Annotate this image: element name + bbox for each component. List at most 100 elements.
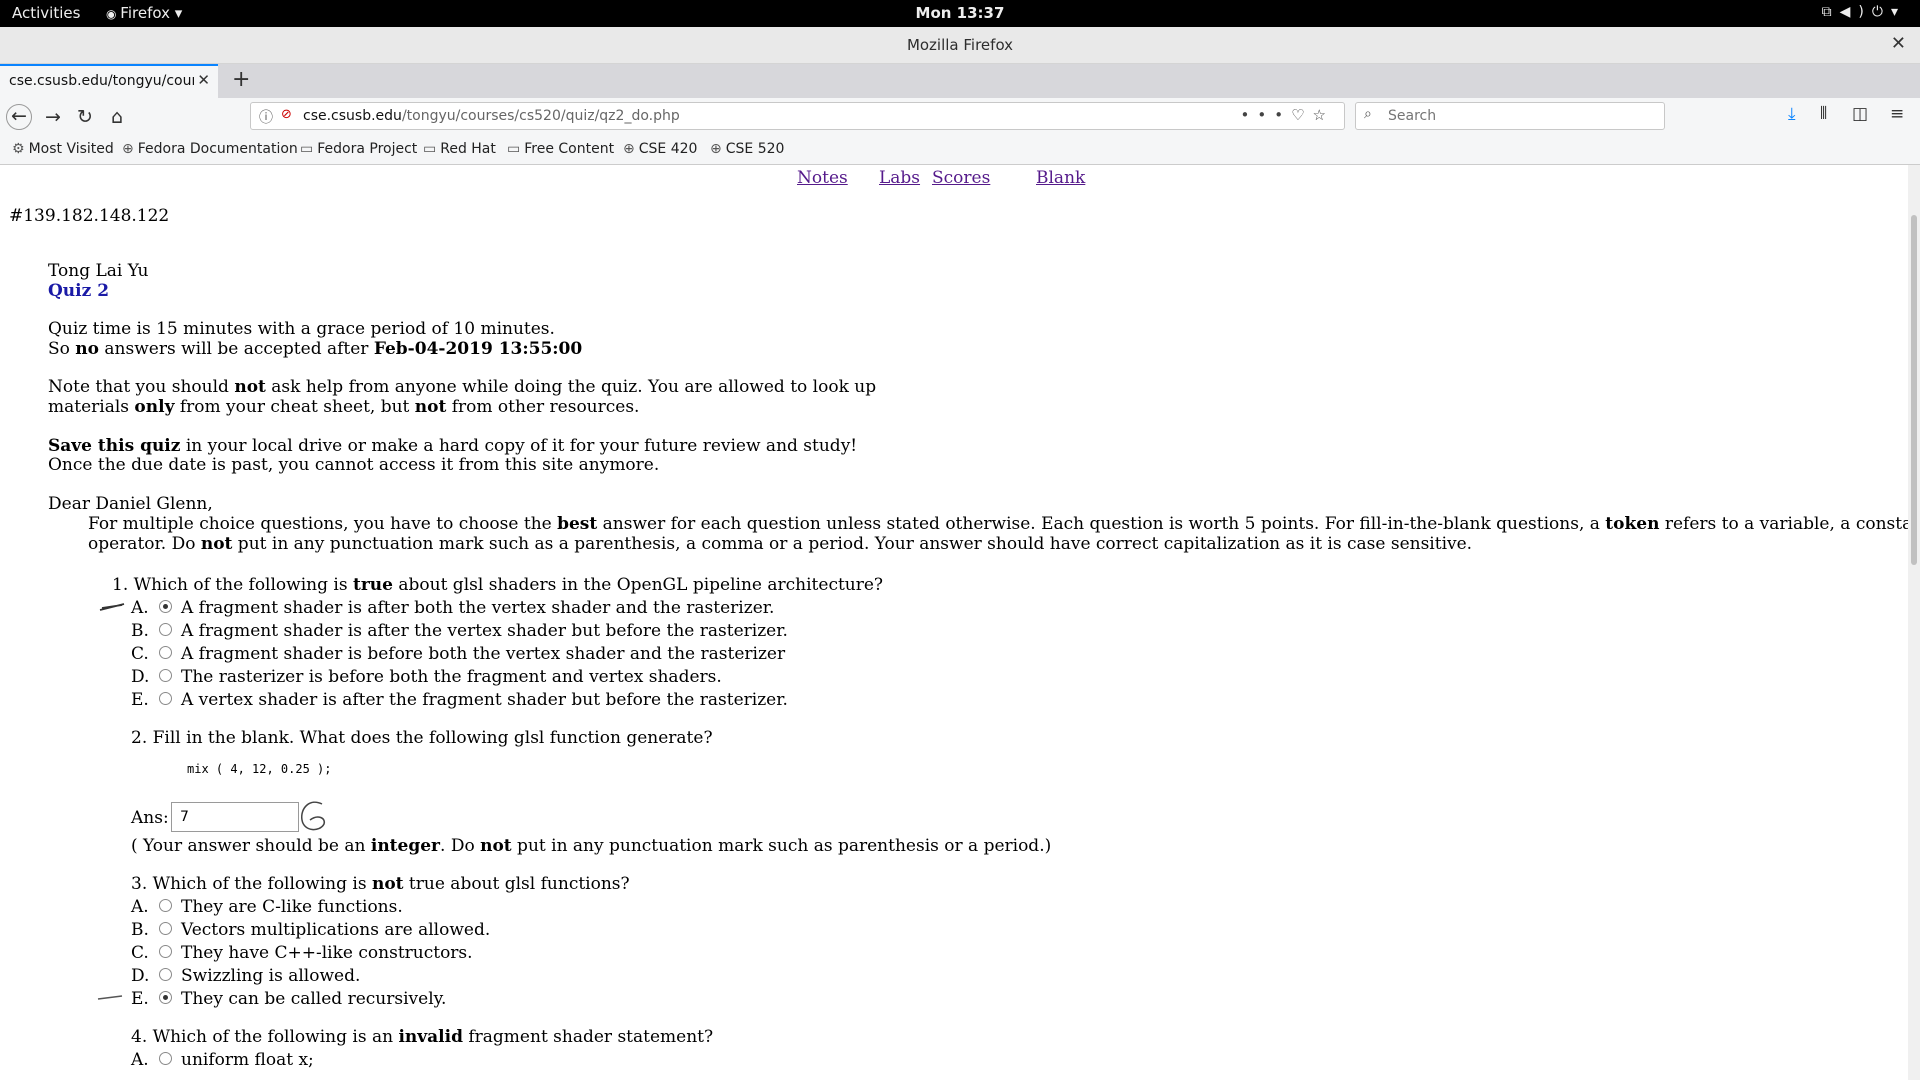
intro-line-2: So no answers will be accepted after Feb… bbox=[48, 339, 582, 359]
text-bold: integer bbox=[370, 836, 441, 856]
bookmark-most-visited[interactable]: ⚙ Most Visited bbox=[12, 141, 114, 157]
bookmark-red-hat[interactable]: ▭ Red Hat bbox=[423, 141, 496, 157]
option-letter: D. bbox=[131, 966, 150, 986]
globe-icon: ⊕ bbox=[122, 141, 134, 157]
bookmark-label: CSE 420 bbox=[638, 141, 698, 157]
library-icon[interactable]: ⫴ bbox=[1820, 104, 1827, 124]
radio-button[interactable] bbox=[159, 692, 172, 705]
bookmark-star-icon[interactable]: ☆ bbox=[1313, 106, 1334, 124]
tab-active[interactable]: cse.csusb.edu/tongyu/course ✕ bbox=[0, 64, 218, 98]
home-icon[interactable]: ⌂ bbox=[104, 104, 130, 130]
info-icon[interactable]: ⓘ bbox=[259, 107, 273, 127]
save-line-1: Save this quiz in your local drive or ma… bbox=[48, 436, 857, 456]
text: ( Your answer should be an bbox=[131, 836, 371, 856]
forward-arrow-icon[interactable]: → bbox=[40, 104, 66, 130]
scrollbar-thumb[interactable] bbox=[1911, 215, 1917, 565]
option-letter: A. bbox=[131, 897, 149, 917]
window-title: Mozilla Firefox bbox=[906, 36, 1014, 54]
bookmark-label: Most Visited bbox=[28, 141, 114, 157]
text: ask help from anyone while doing the qui… bbox=[265, 377, 877, 397]
option-letter: A. bbox=[131, 1050, 149, 1070]
text: fragment shader statement? bbox=[462, 1027, 714, 1047]
tab-title: cse.csusb.edu/tongyu/course bbox=[9, 73, 194, 89]
option-text: Swizzling is allowed. bbox=[181, 966, 361, 986]
text: about glsl shaders in the OpenGL pipelin… bbox=[392, 575, 884, 595]
text-bold: true bbox=[352, 575, 393, 595]
menu-icon[interactable]: ≡ bbox=[1890, 104, 1904, 124]
bookmark-fedora-project[interactable]: ▭ Fedora Project bbox=[300, 141, 417, 157]
text: 3. Which of the following is bbox=[131, 874, 372, 894]
bookmark-label: Free Content bbox=[524, 141, 615, 157]
reload-icon[interactable]: ↻ bbox=[72, 104, 98, 130]
radio-button-selected[interactable] bbox=[159, 600, 172, 613]
window-title-bar: Mozilla Firefox ✕ bbox=[0, 27, 1920, 64]
text-bold: not bbox=[200, 534, 233, 554]
radio-button[interactable] bbox=[159, 922, 172, 935]
bookmark-label: CSE 520 bbox=[725, 141, 785, 157]
question-4: 4. Which of the following is an invalid … bbox=[131, 1027, 713, 1047]
system-tray[interactable]: ⧉◀)⏻▾ bbox=[1822, 4, 1906, 20]
option-text: A fragment shader is before both the ver… bbox=[181, 644, 786, 664]
back-arrow-icon[interactable]: ← bbox=[6, 104, 32, 130]
option-letter: E. bbox=[131, 989, 149, 1009]
bookmark-cse-420[interactable]: ⊕ CSE 420 bbox=[623, 141, 697, 157]
option-text: uniform float x; bbox=[181, 1050, 314, 1070]
bookmark-cse-520[interactable]: ⊕ CSE 520 bbox=[710, 141, 784, 157]
link-scores[interactable]: Scores bbox=[932, 168, 990, 188]
text-bold: no bbox=[75, 339, 99, 359]
new-tab-icon[interactable]: + bbox=[232, 67, 250, 92]
ip-address: #139.182.148.122 bbox=[9, 206, 170, 226]
url-text[interactable]: cse.csusb.edu/tongyu/courses/cs520/quiz/… bbox=[303, 108, 680, 124]
tab-close-icon[interactable]: ✕ bbox=[197, 71, 210, 89]
download-icon[interactable]: ⤓ bbox=[1788, 104, 1796, 124]
text: from your cheat sheet, but bbox=[174, 397, 415, 417]
not-secure-icon[interactable]: ⊘ bbox=[281, 107, 292, 122]
search-input[interactable] bbox=[1386, 107, 1650, 125]
clock[interactable]: Mon 13:37 bbox=[0, 4, 1920, 22]
radio-button-selected[interactable] bbox=[159, 991, 172, 1004]
note-line-2: materials only from your cheat sheet, bu… bbox=[48, 397, 639, 417]
text: materials bbox=[48, 397, 135, 417]
pen-mark-annotation bbox=[97, 995, 123, 1000]
option-text: They can be called recursively. bbox=[181, 989, 447, 1009]
text: put in any punctuation mark such as a pa… bbox=[232, 534, 1473, 554]
bookmark-label: Fedora Project bbox=[317, 141, 418, 157]
bookmarks-toolbar: ⚙ Most Visited ⊕ Fedora Documentation ▭ Fed… bbox=[0, 136, 1920, 165]
handwritten-annotation bbox=[301, 801, 326, 831]
url-bar[interactable]: ⓘ ⊘ cse.csusb.edu/tongyu/courses/cs520/q… bbox=[250, 102, 1345, 130]
bookmark-fedora-documentation[interactable]: ⊕ Fedora Documentation bbox=[122, 141, 298, 157]
radio-button[interactable] bbox=[159, 646, 172, 659]
bookmark-free-content[interactable]: ▭ Free Content bbox=[507, 141, 614, 157]
text: refers to a variable, a constant or an bbox=[1664, 514, 1908, 534]
due-date: Feb-04-2019 13:55:00 bbox=[373, 339, 583, 359]
answer-input[interactable] bbox=[171, 802, 299, 832]
option-text: They are C-like functions. bbox=[181, 897, 403, 917]
text: . Do bbox=[440, 836, 481, 856]
note-line-1: Note that you should not ask help from a… bbox=[48, 377, 876, 397]
text: So bbox=[48, 339, 76, 359]
navigation-toolbar: ← → ↻ ⌂ ⓘ ⊘ cse.csusb.edu/tongyu/courses… bbox=[0, 98, 1920, 136]
link-blank[interactable]: Blank bbox=[1036, 168, 1085, 188]
search-bar[interactable]: ⌕ bbox=[1355, 102, 1665, 130]
system-top-bar: Activities ◉ Firefox ▾ Mon 13:37 ⧉◀)⏻▾ bbox=[0, 0, 1920, 27]
close-window-icon[interactable]: ✕ bbox=[1891, 33, 1906, 54]
text-bold: not bbox=[371, 874, 404, 894]
vertical-scrollbar[interactable] bbox=[1908, 165, 1920, 1080]
text-bold: not bbox=[234, 377, 266, 397]
text-bold: token bbox=[1605, 514, 1660, 534]
radio-button[interactable] bbox=[159, 899, 172, 912]
radio-button[interactable] bbox=[159, 1052, 172, 1065]
answer-hint: ( Your answer should be an integer. Do n… bbox=[131, 836, 1051, 856]
link-notes[interactable]: Notes bbox=[797, 168, 848, 188]
radio-button[interactable] bbox=[159, 669, 172, 682]
text: Note that you should bbox=[48, 377, 235, 397]
link-labs[interactable]: Labs bbox=[879, 168, 920, 188]
sidebar-icon[interactable]: ◫ bbox=[1852, 104, 1868, 124]
more-actions-icon[interactable]: ••• bbox=[1241, 106, 1292, 124]
option-letter: C. bbox=[131, 943, 149, 963]
radio-button[interactable] bbox=[159, 968, 172, 981]
radio-button[interactable] bbox=[159, 945, 172, 958]
pocket-icon[interactable]: ♡ bbox=[1291, 106, 1312, 124]
instructions-line-2: operator. Do not put in any punctuation … bbox=[88, 534, 1472, 554]
radio-button[interactable] bbox=[159, 623, 172, 636]
